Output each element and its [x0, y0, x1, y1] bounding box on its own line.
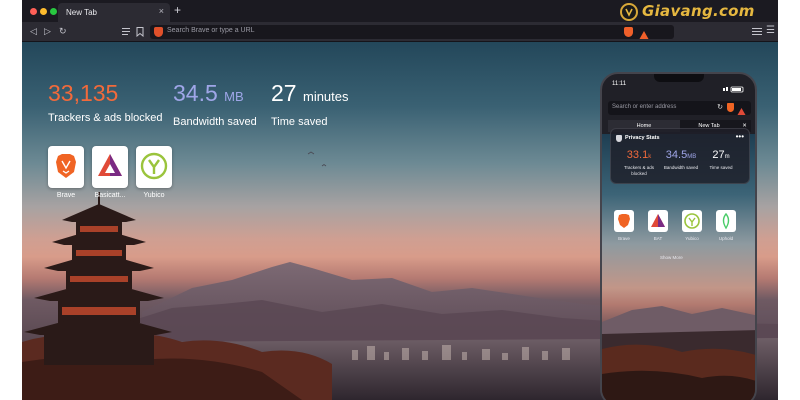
tab-close-icon[interactable]: × — [159, 6, 164, 16]
phone-stat-bandwidth-unit: MB — [687, 154, 697, 160]
forward-button[interactable]: ▷ — [44, 25, 51, 37]
battery-icon — [723, 80, 745, 98]
stat-trackers-label: Trackers & ads blocked — [48, 112, 163, 124]
uphold-icon — [722, 212, 730, 230]
phone-brave-shields-icon[interactable] — [727, 103, 734, 112]
top-site-basicattention[interactable] — [92, 146, 128, 188]
phone-mockup: 11:11 Search or enter address ↻ Home New… — [600, 72, 757, 400]
address-bar[interactable]: Search Brave or type a URL 2 — [150, 25, 674, 39]
phone-notch — [654, 74, 704, 82]
phone-favorite-uphold-label: Uphold — [718, 236, 734, 241]
phone-favorite-brave[interactable] — [614, 210, 634, 232]
top-site-brave-label: Brave — [56, 192, 76, 199]
stat-time-value: 27 minutes — [271, 80, 349, 110]
privacy-stats-title: Privacy Stats — [625, 135, 660, 141]
stat-trackers-number: 33,135 — [48, 80, 119, 106]
phone-stat-trackers-label: Trackers & ads blocked — [623, 165, 655, 176]
stat-time-unit: minutes — [302, 89, 349, 104]
brave-lion-icon — [56, 154, 76, 178]
list-icon[interactable] — [122, 27, 131, 39]
close-window-button[interactable] — [30, 8, 37, 15]
bookmark-icon[interactable] — [136, 27, 144, 40]
stat-time-label: Time saved — [271, 116, 328, 128]
stat-bandwidth-value: 34.5 MB — [173, 80, 257, 110]
top-site-yubico[interactable] — [136, 146, 172, 188]
stat-bandwidth-label: Bandwidth saved — [173, 116, 257, 128]
stat-trackers-value: 33,135 — [48, 80, 163, 106]
phone-favorite-yubico[interactable] — [682, 210, 702, 232]
phone-stat-trackers-unit: k — [648, 154, 652, 160]
show-more-link[interactable]: Show More — [660, 255, 683, 260]
phone-stat-time: 27m Time saved — [701, 149, 741, 171]
minimize-window-button[interactable] — [40, 8, 47, 15]
zoom-window-button[interactable] — [50, 8, 57, 15]
stat-time: 27 minutes Time saved — [271, 80, 349, 128]
phone-favorite-bat-label: BAT — [653, 236, 663, 241]
new-tab-page: 33,135 Trackers & ads blocked 34.5 MB Ba… — [22, 42, 778, 400]
new-tab-button[interactable]: + — [174, 3, 181, 17]
phone-stat-time-value: 27m — [701, 149, 741, 163]
phone-stat-trackers: 33.1k Trackers & ads blocked — [619, 149, 659, 176]
phone-reload-icon[interactable]: ↻ — [717, 103, 723, 111]
bat-rewards-icon[interactable]: 2 — [639, 27, 649, 39]
phone-stat-bandwidth-number: 34.5 — [665, 149, 688, 161]
address-placeholder: Search Brave or type a URL — [167, 27, 255, 34]
tab-new-tab[interactable]: New Tab × — [58, 3, 170, 22]
phone-bat-icon[interactable] — [737, 103, 746, 121]
menu-icon[interactable]: ☰ — [766, 25, 775, 37]
brave-shields-icon[interactable] — [624, 27, 633, 37]
watermark-text: Giavang.com — [642, 2, 755, 20]
phone-stat-time-label: Time saved — [709, 165, 733, 170]
phone-favorite-yubico-label: Yubico — [685, 236, 699, 241]
top-site-brave[interactable] — [48, 146, 84, 188]
top-site-yubico-label: Yubico — [143, 192, 165, 199]
stat-bandwidth-unit: MB — [224, 89, 244, 104]
bat-triangle-icon — [98, 154, 122, 176]
yubico-icon — [140, 152, 168, 180]
phone-address-bar[interactable]: Search or enter address ↻ — [608, 101, 751, 115]
phone-favorite-bat[interactable] — [648, 210, 668, 232]
privacy-stats-card: Privacy Stats ••• 33.1k Trackers & ads b… — [610, 128, 750, 184]
more-options-icon[interactable]: ••• — [736, 132, 744, 141]
phone-stat-time-unit: m — [724, 154, 730, 160]
phone-favorite-uphold[interactable] — [716, 210, 736, 232]
yubico-icon — [684, 213, 700, 229]
reload-button[interactable]: ↻ — [59, 25, 67, 37]
tab-title: New Tab — [66, 8, 97, 17]
stat-bandwidth-number: 34.5 — [173, 80, 218, 106]
stat-trackers: 33,135 Trackers & ads blocked — [48, 80, 163, 124]
stat-bandwidth: 34.5 MB Bandwidth saved — [173, 80, 257, 128]
watermark: Giavang.com — [620, 0, 778, 22]
coin-logo-icon — [620, 3, 638, 21]
phone-time: 11:11 — [612, 81, 627, 87]
toolbar: ◁ ▷ ↻ Search Brave or type a URL 2 — [22, 22, 778, 42]
phone-stat-bandwidth-value: 34.5MB — [661, 149, 701, 163]
phone-address-placeholder: Search or enter address — [612, 104, 677, 110]
back-button[interactable]: ◁ — [30, 25, 37, 37]
phone-favorite-brave-label: Brave — [618, 236, 630, 241]
phone-stat-bandwidth: 34.5MB Bandwidth saved — [661, 149, 701, 171]
brave-lion-icon — [618, 214, 630, 228]
browser-window: New Tab × + Giavang.com ◁ ▷ ↻ Search Bra… — [22, 0, 778, 400]
shield-icon — [616, 135, 622, 142]
stat-time-number: 27 — [271, 80, 297, 106]
phone-stat-trackers-number: 33.1 — [626, 149, 649, 161]
top-site-basicattention-label: Basicatt... — [94, 192, 126, 199]
phone-stat-trackers-value: 33.1k — [619, 149, 659, 163]
phone-stat-bandwidth-label: Bandwidth saved — [663, 165, 699, 170]
bat-triangle-icon — [651, 214, 665, 227]
hamburger-icon[interactable] — [752, 27, 762, 39]
site-shield-icon[interactable] — [154, 27, 163, 37]
phone-stat-time-number: 27 — [712, 149, 725, 161]
tab-strip: New Tab × + Giavang.com — [22, 0, 778, 22]
